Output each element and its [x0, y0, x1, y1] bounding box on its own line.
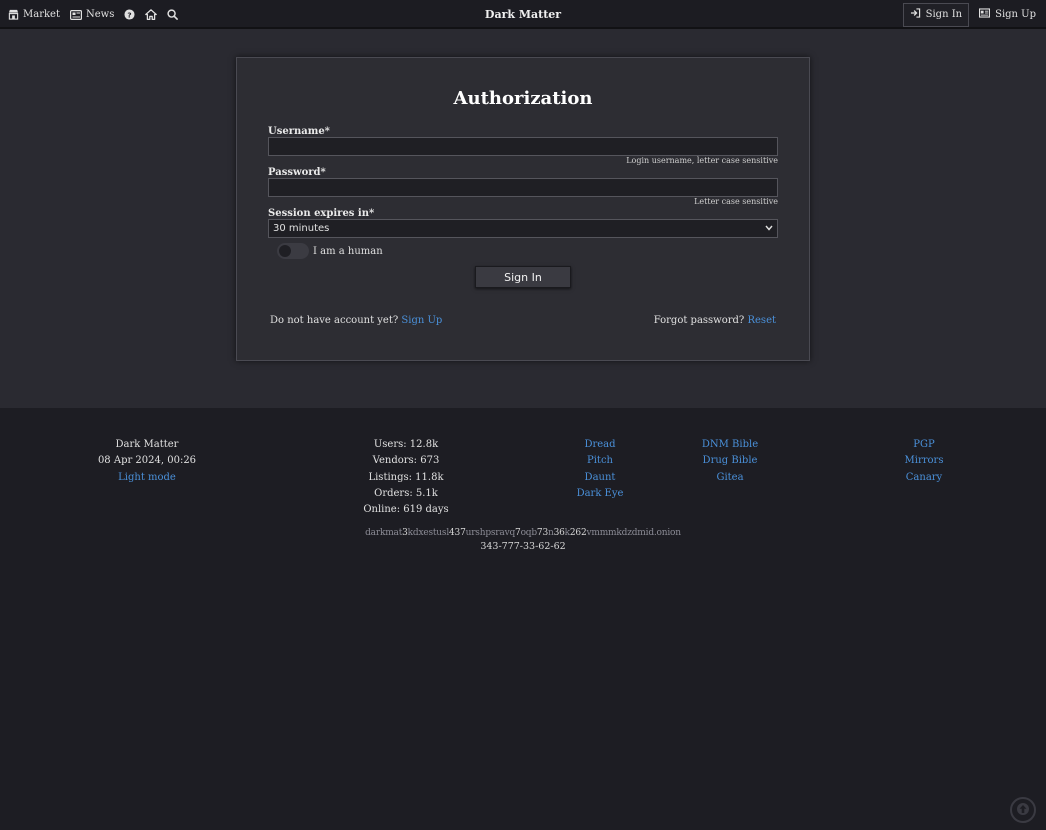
footer-link-daunt[interactable]: Daunt	[585, 472, 616, 483]
signup-prompt: Do not have account yet? Sign Up	[270, 315, 442, 326]
no-account-text: Do not have account yet?	[270, 315, 399, 326]
username-label: Username*	[268, 126, 330, 137]
nav-market-label: Market	[23, 9, 60, 20]
search-icon	[167, 9, 179, 20]
footer-site-name: Dark Matter	[115, 439, 179, 450]
footer-link-pitch[interactable]: Pitch	[587, 455, 613, 466]
footer-link-dnm-bible[interactable]: DNM Bible	[702, 439, 758, 450]
forgot-password-prompt: Forgot password? Reset	[654, 315, 776, 326]
page-title: Authorization	[453, 88, 593, 109]
onion-segment: oqb	[520, 528, 538, 538]
footer-link-mirrors[interactable]: Mirrors	[905, 455, 944, 466]
nav-home-link[interactable]	[145, 9, 158, 20]
onion-segment: vmmmkdzdmid.onion	[586, 528, 682, 538]
store-icon	[8, 9, 19, 20]
footer-link-dread[interactable]: Dread	[584, 439, 615, 450]
light-mode-link[interactable]: Light mode	[118, 472, 176, 483]
top-navbar: Market News ? Dark Matter Sign In Sign U…	[0, 0, 1046, 29]
question-circle-icon: ?	[124, 9, 135, 20]
onion-highlight-segment: 437	[449, 528, 466, 538]
stat-item: Online: 619 days	[363, 504, 449, 516]
id-card-icon	[979, 8, 991, 21]
onion-highlight-segment: 262	[569, 528, 587, 538]
newspaper-icon	[69, 9, 82, 20]
nav-news-label: News	[85, 9, 115, 20]
sign-in-icon	[910, 8, 921, 21]
onion-address: darkmat3kdxestusl437urshpsravq7oqb73n36k…	[0, 528, 1046, 538]
stat-item: Orders: 5.1k	[374, 487, 438, 499]
human-toggle[interactable]	[277, 243, 309, 259]
footer-link-canary[interactable]: Canary	[906, 472, 942, 483]
nav-signup-label: Sign Up	[995, 9, 1036, 20]
nav-market-link[interactable]: Market	[8, 9, 60, 20]
onion-highlight-segment: 36	[553, 528, 565, 538]
footer-links-column-1: Dread Pitch Daunt Dark Eye	[560, 437, 640, 502]
footer-datetime: 08 Apr 2024, 00:26	[97, 455, 197, 467]
forgot-password-text: Forgot password?	[653, 315, 745, 326]
chevron-down-icon	[765, 223, 773, 234]
home-icon	[145, 9, 158, 20]
session-expiry-value: 30 minutes	[273, 223, 330, 234]
footer-links-column-3: PGP Mirrors Canary	[884, 437, 964, 486]
footer-link-dark-eye[interactable]: Dark Eye	[577, 488, 624, 499]
session-expiry-select[interactable]: 30 minutes	[268, 219, 778, 238]
password-label: Password*	[268, 167, 326, 178]
toggle-knob	[279, 245, 291, 257]
page-footer: Dark Matter 08 Apr 2024, 00:26 Light mod…	[0, 408, 1046, 830]
password-input[interactable]	[268, 178, 778, 197]
stat-item: Listings: 11.8k	[368, 471, 444, 483]
nav-help-link[interactable]: ?	[124, 9, 135, 20]
nav-signin-button[interactable]: Sign In	[902, 2, 970, 27]
footer-site-column: Dark Matter 08 Apr 2024, 00:26 Light mod…	[97, 437, 197, 486]
nav-right-group: Sign In Sign Up	[902, 1, 1042, 28]
human-toggle-label: I am a human	[313, 246, 383, 257]
onion-segment: darkmat	[365, 528, 403, 538]
signup-link[interactable]: Sign Up	[401, 315, 442, 326]
username-input[interactable]	[268, 137, 778, 156]
stat-item: Users: 12.8k	[373, 439, 439, 450]
mnemonic-phone-code: 343-777-33-62-62	[480, 541, 566, 552]
session-label: Session expires in*	[268, 208, 375, 219]
arrow-up-circle-icon	[1016, 801, 1030, 820]
nav-signup-button[interactable]: Sign Up	[973, 3, 1042, 27]
onion-segment: urshpsravq	[465, 528, 516, 538]
nav-news-link[interactable]: News	[69, 9, 115, 20]
footer-links-column-2: DNM Bible Drug Bible Gitea	[690, 437, 770, 486]
footer-stats-column: Users: 12.8k Vendors: 673 Listings: 11.8…	[356, 437, 456, 518]
footer-link-pgp[interactable]: PGP	[913, 439, 934, 450]
footer-link-gitea[interactable]: Gitea	[716, 472, 743, 483]
stat-item: Vendors: 673	[372, 455, 440, 467]
nav-search-link[interactable]	[167, 9, 179, 20]
reset-link[interactable]: Reset	[747, 315, 776, 326]
onion-segment: kdxestusl	[407, 528, 450, 538]
footer-link-drug-bible[interactable]: Drug Bible	[703, 455, 758, 466]
username-hint: Login username, letter case sensitive	[626, 156, 778, 165]
nav-left-group: Market News ?	[8, 0, 179, 29]
sign-in-button[interactable]: Sign In	[475, 266, 571, 288]
scroll-to-top-button[interactable]	[1010, 797, 1036, 823]
svg-text:?: ?	[128, 10, 132, 19]
nav-signin-label: Sign In	[925, 9, 963, 20]
password-hint: Letter case sensitive	[694, 197, 778, 206]
